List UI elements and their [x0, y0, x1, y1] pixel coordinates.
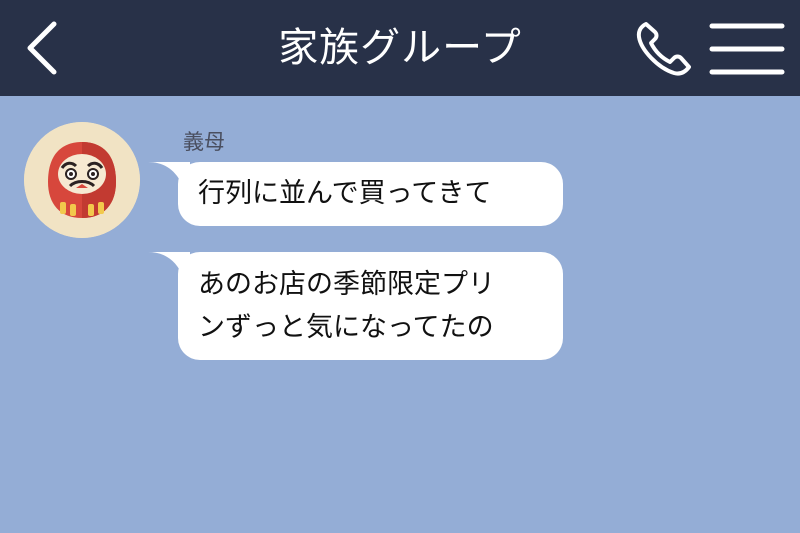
message-text: 行列に並んで買ってきて: [198, 178, 492, 209]
hamburger-menu-icon: [709, 23, 785, 75]
message-bubble[interactable]: あのお店の季節限定プリ ンずっと気になってたの: [178, 252, 563, 360]
message-text-line: ンずっと気になってたの: [198, 312, 494, 343]
message-bubble[interactable]: 行列に並んで買ってきて: [178, 162, 563, 226]
chat-header: 家族グループ: [0, 0, 800, 96]
daruma-icon: [24, 122, 140, 238]
phone-icon: [636, 22, 691, 76]
call-button[interactable]: [632, 18, 698, 80]
message-text-line: あのお店の季節限定プリ: [198, 269, 495, 300]
avatar[interactable]: [24, 122, 140, 238]
sender-name: 義母: [183, 130, 225, 154]
menu-button[interactable]: [708, 20, 786, 78]
